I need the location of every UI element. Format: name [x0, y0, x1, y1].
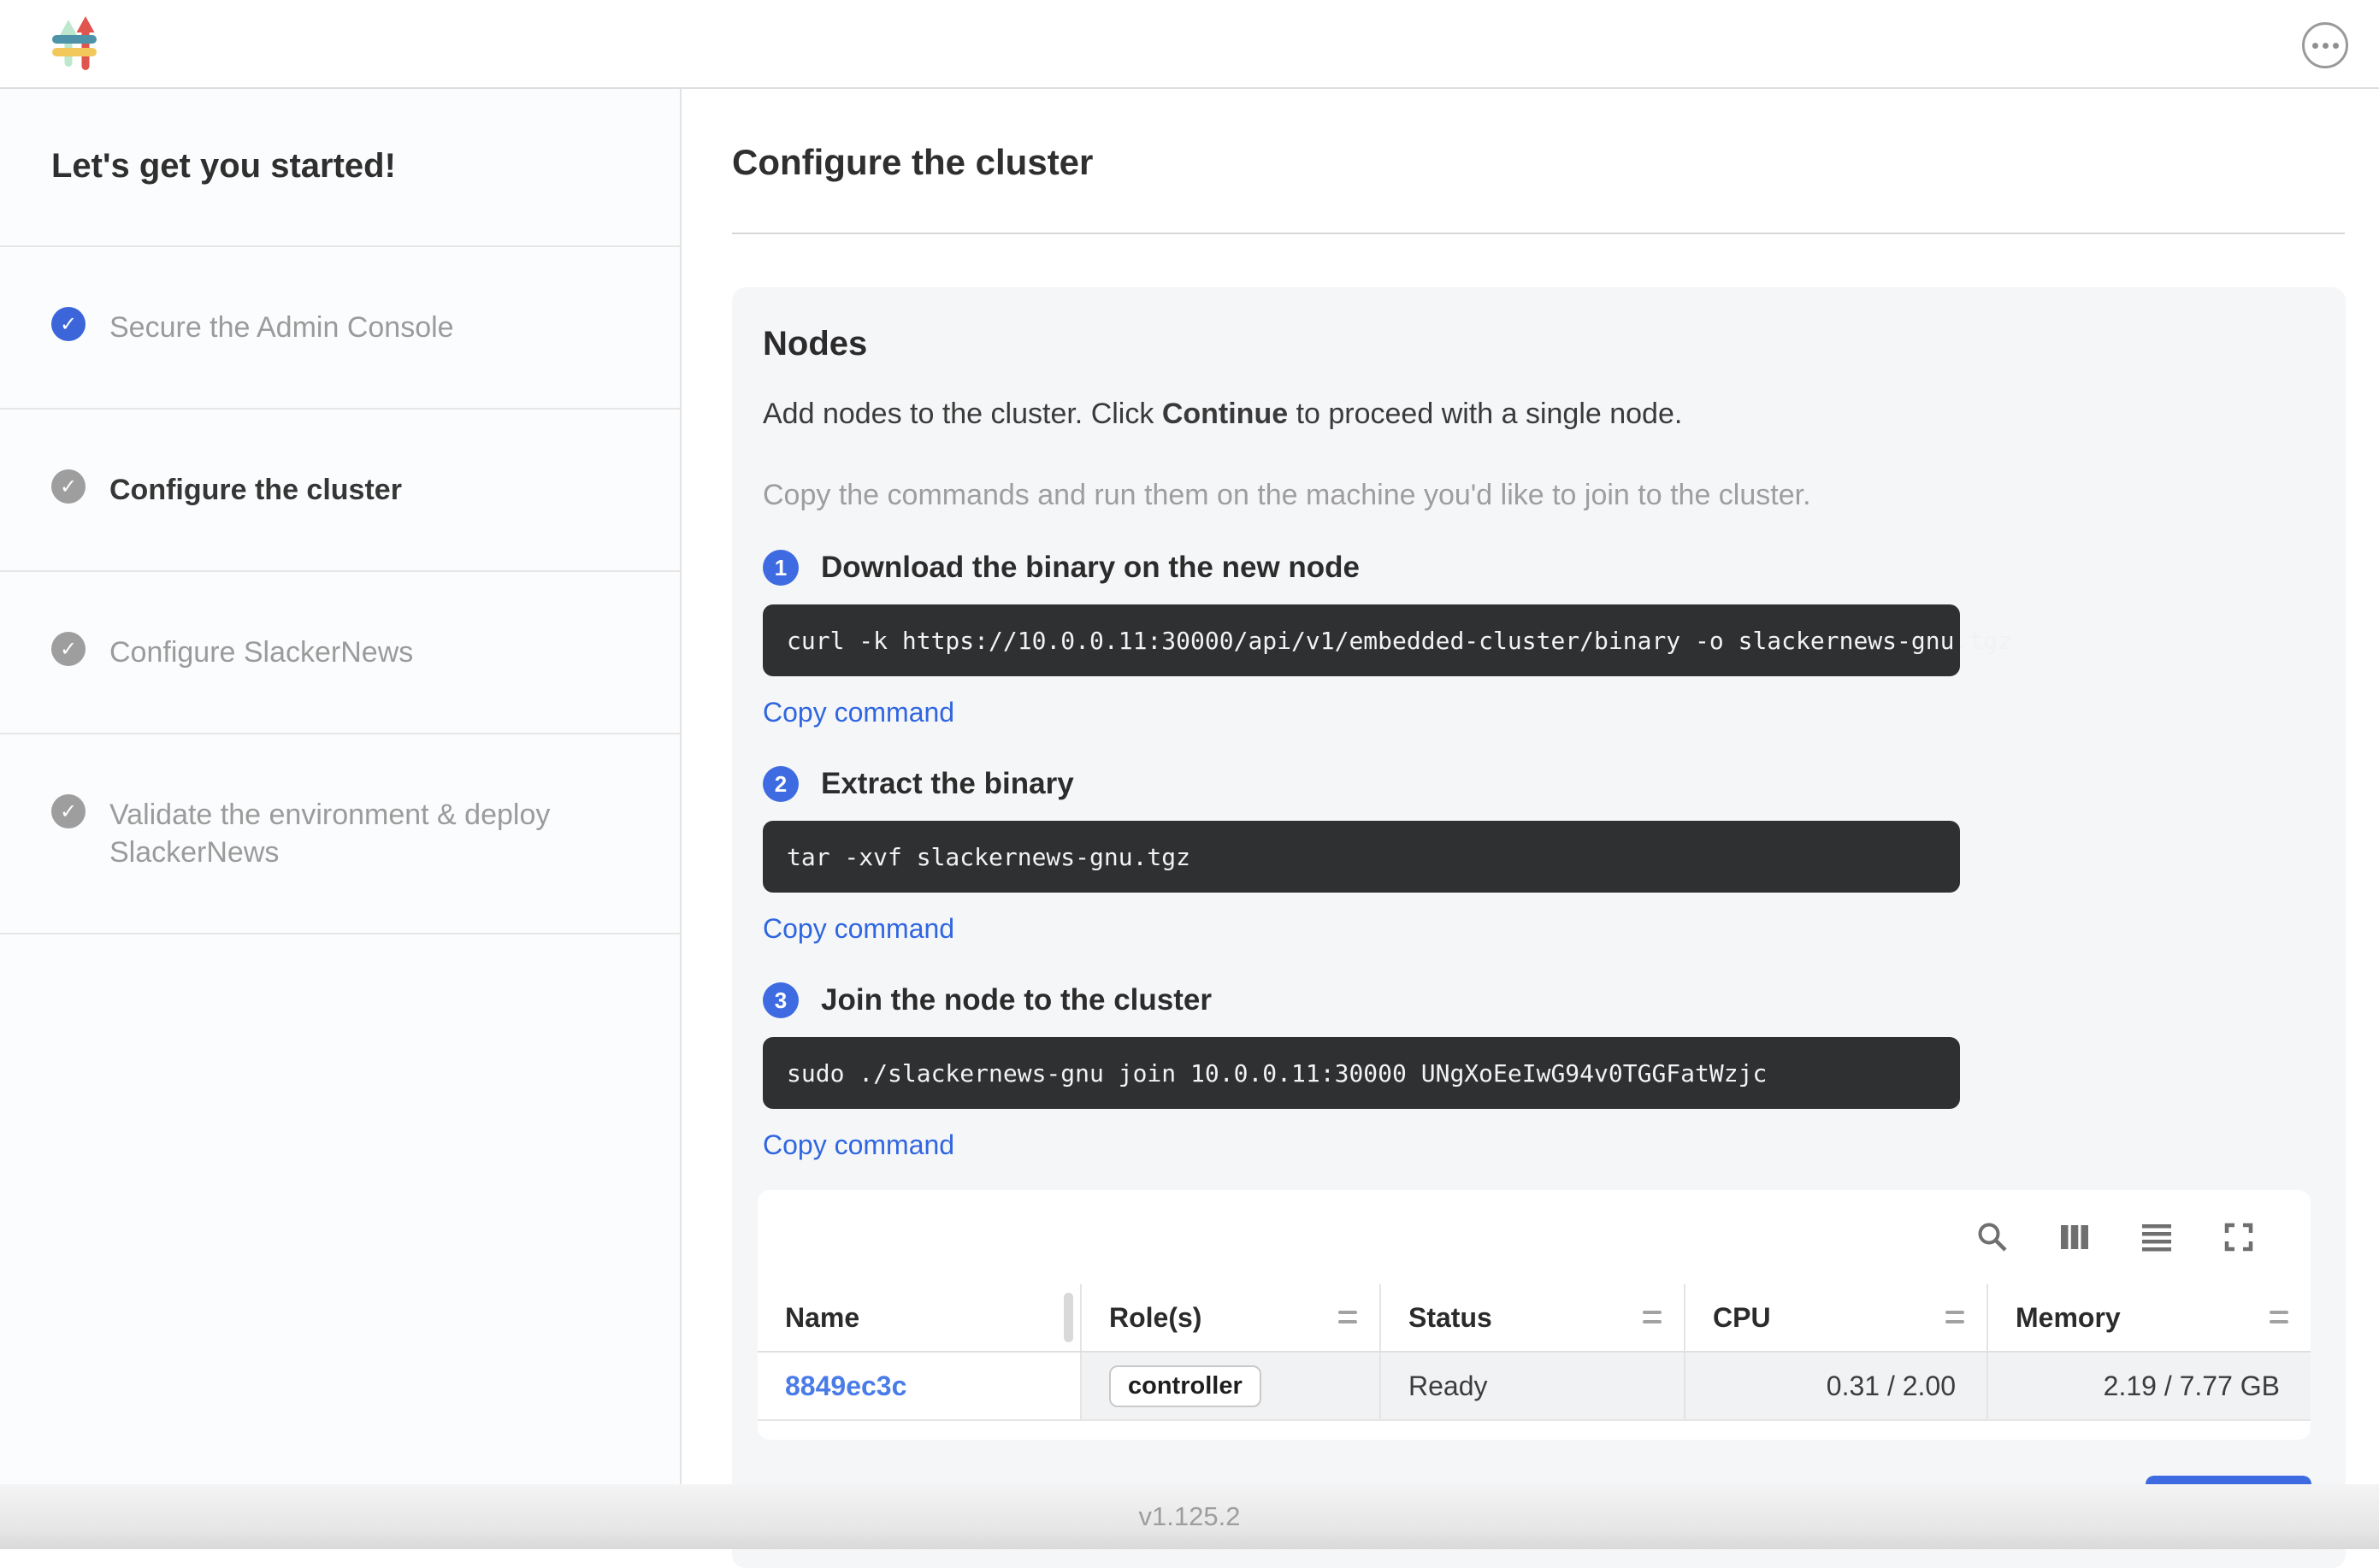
sidebar-item-configure-slackernews[interactable]: ✓ Configure SlackerNews [0, 572, 680, 733]
node-link[interactable]: 8849ec3c [785, 1371, 906, 1402]
column-header-status[interactable]: Status [1379, 1284, 1684, 1351]
main-content: Configure the cluster Nodes Add nodes to… [683, 89, 2379, 1484]
step-number-badge: 1 [763, 550, 799, 586]
column-header-cpu[interactable]: CPU [1684, 1284, 1986, 1351]
node-memory-cell: 2.19 / 7.77 GB [1986, 1353, 2311, 1419]
top-bar [0, 0, 2379, 89]
column-header-name[interactable]: Name [758, 1284, 1080, 1351]
table-footer-spacer [758, 1421, 2311, 1440]
table-toolbar [758, 1190, 2311, 1284]
check-pending-icon: ✓ [51, 469, 86, 504]
command-codeblock: tar -xvf slackernews-gnu.tgz [763, 821, 1960, 893]
step-number-badge: 2 [763, 766, 799, 802]
column-menu-icon[interactable] [1945, 1311, 1964, 1329]
node-roles-cell: controller [1080, 1353, 1379, 1419]
node-status-cell: Ready [1379, 1353, 1684, 1419]
step-extract-binary: 2 Extract the binary tar -xvf slackernew… [763, 766, 2315, 945]
table-header-row: Name Role(s) Status CPU [758, 1284, 2311, 1353]
sidebar-item-label: Configure SlackerNews [109, 634, 413, 671]
version-label: v1.125.2 [1139, 1501, 1241, 1532]
sidebar-title: Let's get you started! [0, 89, 680, 245]
check-pending-icon: ✓ [51, 794, 86, 828]
nodes-card: Nodes Add nodes to the cluster. Click Co… [732, 287, 2346, 1568]
nodes-table: Name Role(s) Status CPU [758, 1190, 2311, 1440]
step-title: Extract the binary [821, 767, 1074, 801]
sidebar-item-label: Configure the cluster [109, 471, 402, 509]
sidebar-item-secure-admin-console[interactable]: ✓ Secure the Admin Console [0, 247, 680, 408]
ellipsis-menu-button[interactable] [2302, 22, 2348, 68]
nodes-description: Add nodes to the cluster. Click Continue… [763, 398, 2315, 431]
copy-command-link[interactable]: Copy command [763, 697, 954, 728]
column-separator[interactable] [1064, 1293, 1073, 1342]
command-codeblock: sudo ./slackernews-gnu join 10.0.0.11:30… [763, 1037, 1960, 1109]
sidebar-item-validate-deploy[interactable]: ✓ Validate the environment & deploy Slac… [0, 734, 680, 933]
nodes-hint: Copy the commands and run them on the ma… [763, 479, 2315, 512]
copy-command-link[interactable]: Copy command [763, 913, 954, 945]
app-footer: v1.125.2 [0, 1484, 2379, 1549]
density-icon[interactable] [2140, 1220, 2174, 1254]
sidebar-item-label: Validate the environment & deploy Slacke… [109, 796, 605, 871]
column-menu-icon[interactable] [2270, 1311, 2288, 1329]
step-join-node: 3 Join the node to the cluster sudo ./sl… [763, 982, 2315, 1161]
check-complete-icon: ✓ [51, 307, 86, 341]
nodes-heading: Nodes [763, 325, 2315, 363]
setup-steps-sidebar: Let's get you started! ✓ Secure the Admi… [0, 89, 682, 1484]
step-title: Join the node to the cluster [821, 983, 1212, 1017]
table-row: 8849ec3c controller Ready 0.31 / 2.00 2.… [758, 1353, 2311, 1421]
column-header-roles[interactable]: Role(s) [1080, 1284, 1379, 1351]
step-title: Download the binary on the new node [821, 551, 1360, 585]
column-header-memory[interactable]: Memory [1986, 1284, 2311, 1351]
node-name-cell: 8849ec3c [758, 1353, 1080, 1419]
fullscreen-icon[interactable] [2222, 1220, 2256, 1254]
check-pending-icon: ✓ [51, 632, 86, 666]
sidebar-item-label: Secure the Admin Console [109, 309, 454, 346]
divider [732, 233, 2345, 234]
search-icon[interactable] [1975, 1220, 2010, 1254]
slackernews-logo-icon [50, 15, 99, 74]
copy-command-link[interactable]: Copy command [763, 1129, 954, 1161]
node-cpu-cell: 0.31 / 2.00 [1684, 1353, 1986, 1419]
page-title: Configure the cluster [732, 142, 2345, 183]
step-download-binary: 1 Download the binary on the new node cu… [763, 550, 2315, 728]
command-codeblock: curl -k https://10.0.0.11:30000/api/v1/e… [763, 604, 1960, 676]
column-menu-icon[interactable] [1643, 1311, 1662, 1329]
columns-icon[interactable] [2057, 1220, 2092, 1254]
step-number-badge: 3 [763, 982, 799, 1018]
divider [0, 933, 680, 934]
role-chip: controller [1109, 1365, 1261, 1407]
column-menu-icon[interactable] [1338, 1311, 1357, 1329]
sidebar-item-configure-cluster[interactable]: ✓ Configure the cluster [0, 410, 680, 570]
